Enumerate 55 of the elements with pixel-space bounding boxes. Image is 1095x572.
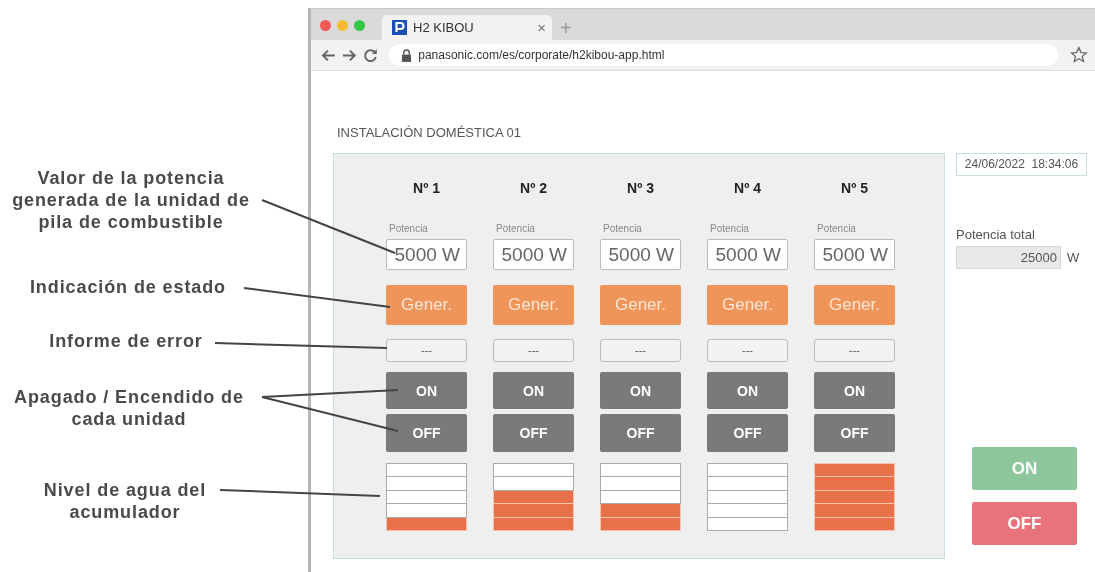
- status-indicator: Gener.: [814, 285, 895, 325]
- on-button[interactable]: ON: [493, 372, 574, 409]
- all-off-button[interactable]: OFF: [972, 502, 1077, 545]
- power-field-label: Potencia: [816, 223, 857, 235]
- power-field[interactable]: 5000 W: [814, 239, 895, 270]
- status-indicator: Gener.: [493, 285, 574, 325]
- off-button[interactable]: OFF: [493, 414, 574, 452]
- power-field-label: Potencia: [388, 223, 429, 235]
- power-field[interactable]: 5000 W: [386, 239, 467, 270]
- address-bar[interactable]: panasonic.com/es/corporate/h2kibou-app.html: [389, 44, 1059, 66]
- on-button[interactable]: ON: [386, 372, 467, 409]
- off-button[interactable]: OFF: [814, 414, 895, 452]
- back-arrow-icon[interactable]: [321, 47, 336, 63]
- power-field[interactable]: 5000 W: [707, 239, 788, 270]
- error-field: ---: [493, 339, 574, 362]
- unit-label: W: [1067, 250, 1080, 265]
- power-field[interactable]: 5000 W: [493, 239, 574, 270]
- on-button[interactable]: ON: [600, 372, 681, 409]
- callout-label: Nivel de agua del acumulador: [42, 479, 208, 523]
- star-icon[interactable]: [1070, 46, 1089, 64]
- site-logo-icon: [392, 20, 407, 35]
- on-button[interactable]: ON: [814, 372, 895, 409]
- callout-label: Informe de error: [48, 330, 204, 352]
- callout-label: Valor de la potencia generada de la unidad de pila de combustible: [11, 167, 251, 233]
- unit-number: Nº 1: [412, 179, 441, 198]
- off-button[interactable]: OFF: [707, 414, 788, 452]
- browser-tab[interactable]: H2 KIBOU ×: [382, 15, 552, 40]
- off-button[interactable]: OFF: [600, 414, 681, 452]
- error-field: ---: [600, 339, 681, 362]
- power-field[interactable]: 5000 W: [600, 239, 681, 270]
- close-tab-button[interactable]: ×: [537, 19, 552, 36]
- total-power-label: Potencia total: [956, 227, 1036, 243]
- status-indicator: Gener.: [707, 285, 788, 325]
- forward-arrow-icon[interactable]: [341, 47, 357, 63]
- power-field-label: Potencia: [709, 223, 750, 235]
- error-field: ---: [814, 339, 895, 362]
- unit-number: Nº 2: [519, 179, 548, 198]
- status-indicator: Gener.: [386, 285, 467, 325]
- unit-number: Nº 3: [626, 179, 655, 198]
- error-field: ---: [386, 339, 467, 362]
- power-field-label: Potencia: [495, 223, 536, 235]
- power-field-label: Potencia: [602, 223, 643, 235]
- error-field: ---: [707, 339, 788, 362]
- status-indicator: Gener.: [600, 285, 681, 325]
- on-button[interactable]: ON: [707, 372, 788, 409]
- unit-number: Nº 5: [840, 179, 869, 198]
- unit-number: Nº 4: [733, 179, 762, 198]
- callout-label: Apagado / Encendido de cada unidad: [13, 386, 245, 430]
- off-button[interactable]: OFF: [386, 414, 467, 452]
- datetime-display: 24/06/2022 18:34:06: [956, 153, 1087, 176]
- reload-icon[interactable]: [362, 47, 378, 63]
- total-power-field: 25000: [956, 246, 1061, 269]
- callout-label: Indicación de estado: [28, 276, 227, 298]
- installation-title: INSTALACIÓN DOMÉSTICA 01: [336, 125, 522, 141]
- lock-icon: [401, 48, 413, 62]
